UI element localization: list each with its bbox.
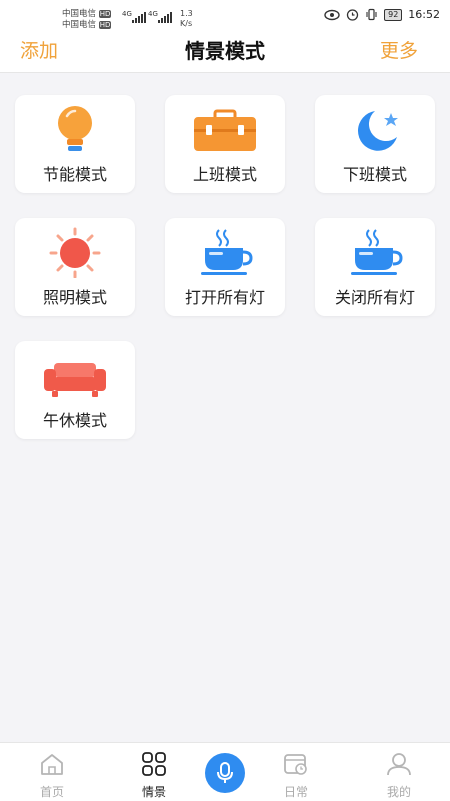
battery-level: 92 [384,8,403,21]
coffee-cup-icon [351,229,403,275]
nav-home[interactable]: 首页 [22,743,82,801]
network-type: 4G [122,9,132,20]
nav-daily[interactable]: 日常 [266,743,326,801]
voice-button[interactable] [205,753,245,793]
net-tag-1: 4G [122,10,132,18]
nav-scenes[interactable]: 情景 [124,743,184,801]
home-icon [41,754,63,775]
scene-label: 午休模式 [42,411,107,430]
nav-label: 我的 [386,785,411,799]
net-tag-2: 4G [148,10,158,18]
scene-card-energy-saving[interactable]: 节能模式 [15,95,135,193]
more-button[interactable]: 更多 [380,36,418,63]
scene-label: 照明模式 [42,288,107,307]
bottom-nav: 首页 情景 日常 我的 [0,742,450,801]
network-speed: 1.3 K/s [180,9,193,29]
calendar-clock-icon [284,754,307,775]
sun-icon [49,227,101,278]
hd-tag: HD [98,10,112,18]
scene-card-lighting[interactable]: 照明模式 [15,218,135,316]
scene-card-off-work[interactable]: 下班模式 [315,95,435,193]
status-right: 92 16:52 [324,8,440,21]
speed-value: 1.3 [180,9,193,18]
scene-card-all-lights-off[interactable]: 关闭所有灯 [315,218,435,316]
nav-label: 日常 [283,785,308,799]
hd-tag-2: HD [98,21,112,29]
lightbulb-icon [58,106,92,151]
clock: 16:52 [408,8,440,21]
carrier-1: 中国电信 [62,9,97,19]
scene-label: 关闭所有灯 [334,288,415,307]
nav-label: 情景 [141,785,166,799]
scene-label: 上班模式 [192,165,257,184]
eye-icon [324,9,340,20]
signal-strength-icon-2 [158,12,172,23]
scene-label: 节能模式 [42,165,107,184]
network-type-2: 4G [148,9,158,20]
scene-card-all-lights-on[interactable]: 打开所有灯 [165,218,285,316]
user-icon [387,753,411,776]
scene-card-nap[interactable]: 午休模式 [15,341,135,439]
nav-profile[interactable]: 我的 [369,743,429,801]
speed-unit: K/s [180,19,193,28]
scene-label: 下班模式 [342,165,407,184]
vibrate-icon [366,8,377,21]
sofa-icon [44,363,106,397]
scene-label: 打开所有灯 [184,288,265,307]
carrier-info: 中国电信 HD 中国电信 HD [62,9,112,31]
moon-star-icon [357,111,398,151]
nav-label: 首页 [39,785,64,799]
carrier-2: 中国电信 [62,20,97,30]
status-bar: 中国电信 HD 中国电信 HD 4G 4G 1.3 K/s 92 16:52 [0,0,450,30]
briefcase-icon [194,109,256,151]
grid-icon [142,752,166,776]
microphone-icon [217,762,233,783]
alarm-icon [346,9,359,21]
top-bar: 添加 情景模式 更多 [0,30,450,73]
scene-card-work[interactable]: 上班模式 [165,95,285,193]
coffee-cup-icon [201,229,253,275]
signal-strength-icon [132,12,146,23]
